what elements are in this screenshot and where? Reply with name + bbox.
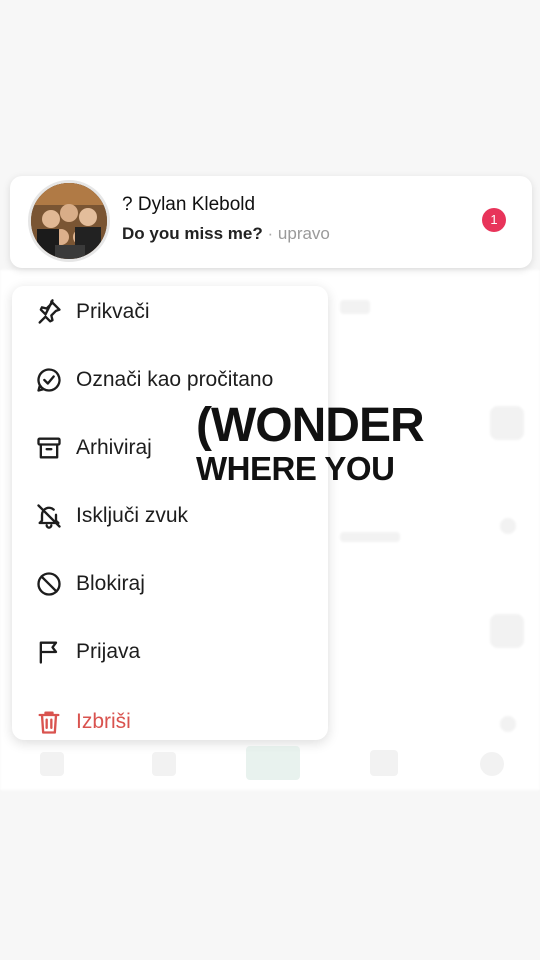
menu-item-report[interactable]: Prijava [12, 626, 328, 678]
menu-item-label: Arhiviraj [76, 436, 152, 459]
timestamp: upravo [277, 224, 330, 243]
block-icon [34, 569, 64, 599]
nav-item [40, 752, 64, 776]
context-menu: Prikvači Označi kao pročitano Arhiviraj … [12, 286, 328, 740]
menu-item-label: Isključi zvuk [76, 504, 189, 527]
menu-item-label: Prikvači [76, 300, 150, 323]
message-preview: Do you miss me? [122, 224, 263, 243]
menu-item-pin[interactable]: Prikvači [12, 286, 328, 338]
trash-icon [34, 707, 64, 737]
flag-icon [34, 637, 64, 667]
blurred-row [500, 716, 516, 732]
contact-name: ? Dylan Klebold [122, 194, 256, 215]
pin-icon [34, 297, 64, 327]
menu-item-mute[interactable]: Isključi zvuk [12, 490, 328, 542]
blurred-row [490, 406, 524, 440]
avatar[interactable] [28, 180, 110, 262]
message-preview-row: Do you miss me? · upravo [122, 224, 330, 244]
menu-item-label: Izbriši [76, 710, 131, 733]
nav-item [370, 750, 398, 776]
blurred-row [500, 518, 516, 534]
blurred-row [340, 300, 370, 314]
menu-item-label: Blokiraj [76, 572, 145, 595]
separator: · [267, 224, 274, 243]
menu-item-label: Prijava [76, 640, 141, 663]
unread-badge: 1 [482, 208, 506, 232]
menu-item-label: Označi kao pročitano [76, 368, 274, 391]
nav-item [246, 746, 300, 780]
archive-icon [34, 433, 64, 463]
overlay-caption-line1: (WONDER [196, 399, 425, 452]
menu-item-block[interactable]: Blokiraj [12, 558, 328, 610]
bottom-nav-blurred [0, 740, 540, 790]
conversation-card[interactable]: ? Dylan Klebold Do you miss me? · upravo… [10, 176, 532, 268]
menu-item-delete[interactable]: Izbriši [12, 696, 328, 740]
bell-off-icon [34, 501, 64, 531]
nav-item [480, 752, 504, 776]
mark-read-icon [34, 365, 64, 395]
blurred-row [490, 614, 524, 648]
nav-item [152, 752, 176, 776]
blurred-row [340, 532, 400, 542]
overlay-caption-line2: WHERE YOU [196, 450, 395, 487]
